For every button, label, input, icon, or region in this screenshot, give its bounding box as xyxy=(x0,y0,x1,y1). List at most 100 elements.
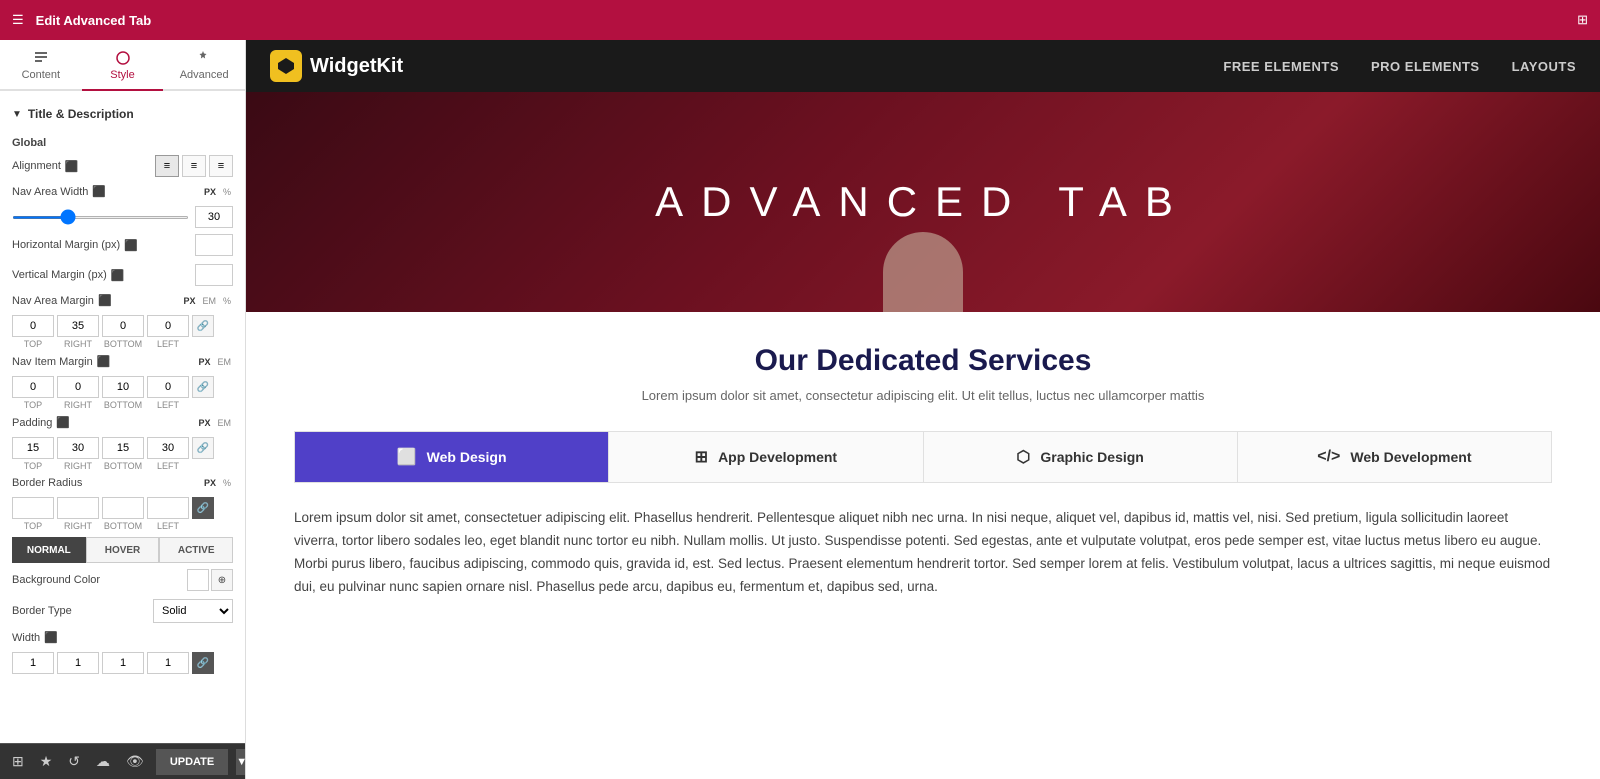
monitor-icon: ⬛ xyxy=(65,160,79,173)
border-radius-right[interactable] xyxy=(57,497,99,519)
tab-app-development[interactable]: ⊞ App Development xyxy=(609,432,923,482)
state-active-btn[interactable]: ACTIVE xyxy=(159,537,233,563)
nav-item-margin-label-row: Nav Item Margin ⬛ PX EM xyxy=(12,355,233,368)
nav-area-margin-right[interactable] xyxy=(57,315,99,337)
padding-top[interactable] xyxy=(12,437,54,459)
tool-undo-icon[interactable]: ↺ xyxy=(64,749,84,774)
services-subtitle: Lorem ipsum dolor sit amet, consectetur … xyxy=(294,388,1552,403)
padding-left[interactable] xyxy=(147,437,189,459)
vert-margin-label: Vertical Margin (px) ⬛ xyxy=(12,269,195,282)
tab-graphic-design[interactable]: ⬡ Graphic Design xyxy=(924,432,1238,482)
nav-area-margin-left[interactable] xyxy=(147,315,189,337)
nav-item-em-btn[interactable]: EM xyxy=(216,356,234,368)
unit-pct-btn[interactable]: % xyxy=(221,186,233,198)
state-hover-btn[interactable]: HOVER xyxy=(86,537,160,563)
nav-margin-px-btn[interactable]: PX xyxy=(181,295,197,307)
state-buttons: NORMAL HOVER ACTIVE xyxy=(12,537,233,563)
nav-item-margin-left[interactable] xyxy=(147,376,189,398)
nav-free-elements[interactable]: FREE ELEMENTS xyxy=(1223,59,1339,74)
nav-width-slider-row xyxy=(12,206,233,228)
services-title: Our Dedicated Services xyxy=(294,344,1552,378)
grid-icon[interactable]: ⊞ xyxy=(1577,12,1588,28)
vert-margin-input[interactable] xyxy=(195,264,233,286)
border-radius-pct-btn[interactable]: % xyxy=(221,477,233,489)
tab-style[interactable]: Style xyxy=(82,40,164,91)
tool-star-icon[interactable]: ★ xyxy=(36,749,57,774)
width-link-btn[interactable]: 🔗 xyxy=(192,652,214,674)
border-type-select[interactable]: Solid None Dashed Dotted xyxy=(153,599,233,623)
border-radius-label-row: Border Radius PX % xyxy=(12,477,233,489)
nav-area-margin-top[interactable] xyxy=(12,315,54,337)
width-left[interactable] xyxy=(147,652,189,674)
tab-web-development[interactable]: </> Web Development xyxy=(1238,432,1551,482)
width-bottom[interactable] xyxy=(102,652,144,674)
nav-item-margin-top[interactable] xyxy=(12,376,54,398)
tool-cloud-icon[interactable]: ☁ xyxy=(92,749,114,774)
align-right-btn[interactable]: ≡ xyxy=(209,155,233,177)
app-dev-icon: ⊞ xyxy=(695,447,708,467)
border-radius-top[interactable] xyxy=(12,497,54,519)
nav-layouts[interactable]: LAYOUTS xyxy=(1512,59,1576,74)
padding-right[interactable] xyxy=(57,437,99,459)
tab-content[interactable]: Content xyxy=(0,40,82,91)
section-header-title[interactable]: ▼ Title & Description xyxy=(12,99,233,127)
nav-area-margin-inputs: 🔗 xyxy=(12,315,233,337)
bottom-toolbar: ⊞ ★ ↺ ☁ 👁 UPDATE ▼ xyxy=(0,743,245,779)
monitor-icon-5: ⬛ xyxy=(98,294,112,307)
nav-area-margin-bottom[interactable] xyxy=(102,315,144,337)
hamburger-icon[interactable]: ☰ xyxy=(12,12,24,28)
sidebar: Content Style Advanced ▼ Title & Descrip… xyxy=(0,40,246,779)
padding-labels: TOP RIGHT BOTTOM LEFT xyxy=(12,461,233,471)
bg-color-swatch[interactable] xyxy=(187,569,209,591)
unit-px-btn[interactable]: PX xyxy=(202,186,218,198)
width-right[interactable] xyxy=(57,652,99,674)
update-button[interactable]: UPDATE xyxy=(156,749,228,775)
color-palette-btn[interactable]: ⊕ xyxy=(211,569,233,591)
nav-item-margin-right[interactable] xyxy=(57,376,99,398)
monitor-icon-8: ⬛ xyxy=(44,631,58,644)
nav-item-margin-bottom[interactable] xyxy=(102,376,144,398)
width-top[interactable] xyxy=(12,652,54,674)
horiz-margin-label: Horizontal Margin (px) ⬛ xyxy=(12,239,195,252)
chevron-icon: ▼ xyxy=(12,109,22,120)
align-left-btn[interactable]: ≡ xyxy=(155,155,179,177)
padding-link-btn[interactable]: 🔗 xyxy=(192,437,214,459)
tab-advanced[interactable]: Advanced xyxy=(163,40,245,91)
padding-px-btn[interactable]: PX xyxy=(196,417,212,429)
padding-bottom[interactable] xyxy=(102,437,144,459)
horiz-margin-input[interactable] xyxy=(195,234,233,256)
web-design-icon: ⬜ xyxy=(397,447,417,467)
tab-graphic-design-label: Graphic Design xyxy=(1040,449,1143,465)
nav-pro-elements[interactable]: PRO ELEMENTS xyxy=(1371,59,1480,74)
alignment-controls: ≡ ≡ ≡ xyxy=(155,155,233,177)
tab-web-design-label: Web Design xyxy=(427,449,507,465)
border-radius-link-btn[interactable]: 🔗 xyxy=(192,497,214,519)
nav-area-margin-labels: TOP RIGHT BOTTOM LEFT xyxy=(12,339,233,349)
background-color-row: Background Color ⊕ xyxy=(12,569,233,591)
nav-margin-pct-btn[interactable]: % xyxy=(221,295,233,307)
align-center-btn[interactable]: ≡ xyxy=(182,155,206,177)
state-normal-btn[interactable]: NORMAL xyxy=(12,537,86,563)
nav-item-margin-link-btn[interactable]: 🔗 xyxy=(192,376,214,398)
nav-item-px-btn[interactable]: PX xyxy=(196,356,212,368)
border-radius-left[interactable] xyxy=(147,497,189,519)
nav-margin-em-btn[interactable]: EM xyxy=(200,295,218,307)
nav-width-input[interactable] xyxy=(195,206,233,228)
padding-label-row: Padding ⬛ PX EM xyxy=(12,416,233,429)
tool-eye-icon[interactable]: 👁 xyxy=(122,749,148,774)
tab-web-design[interactable]: ⬜ Web Design xyxy=(295,432,609,482)
nav-item-margin-labels: TOP RIGHT BOTTOM LEFT xyxy=(12,400,233,410)
border-radius-labels: TOP RIGHT BOTTOM LEFT xyxy=(12,521,233,531)
border-radius-bottom[interactable] xyxy=(102,497,144,519)
collapse-button[interactable]: ▼ xyxy=(236,749,246,775)
hero-title: ADVANCED TAB xyxy=(655,178,1191,226)
nav-area-margin-label-row: Nav Area Margin ⬛ PX EM % xyxy=(12,294,233,307)
tab-content-text: Lorem ipsum dolor sit amet, consectetuer… xyxy=(294,507,1552,599)
nav-area-margin-link-btn[interactable]: 🔗 xyxy=(192,315,214,337)
collapse-handle[interactable]: ◀ xyxy=(245,390,246,430)
width-label: Width ⬛ xyxy=(12,631,233,644)
padding-em-btn[interactable]: EM xyxy=(216,417,234,429)
tool-layers-icon[interactable]: ⊞ xyxy=(8,749,28,774)
nav-width-slider[interactable] xyxy=(12,216,189,219)
border-radius-px-btn[interactable]: PX xyxy=(202,477,218,489)
